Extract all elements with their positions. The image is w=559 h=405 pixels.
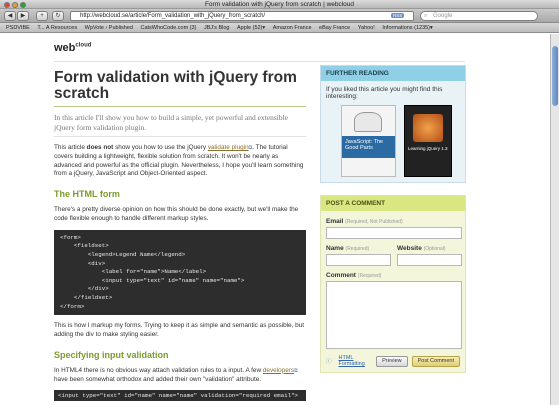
label-text: Website xyxy=(397,245,422,252)
website-label: Website (Optional) xyxy=(397,245,462,252)
web-page: webcloud Form validation with jQuery fro… xyxy=(0,34,550,405)
label-hint: (Optional) xyxy=(423,246,446,252)
email-field[interactable] xyxy=(326,227,462,239)
bookmarks-bar: PSDVIBE T... A Resources WpVote › Publis… xyxy=(0,23,559,33)
heading-input-validation: Specifying input validation xyxy=(54,349,169,360)
book-cover-art xyxy=(413,114,443,142)
title-divider xyxy=(54,106,306,107)
comment-textarea[interactable] xyxy=(326,281,462,349)
bookmark-item[interactable]: eBay France xyxy=(319,23,350,32)
logo-text: web xyxy=(54,42,76,54)
sidebar: FURTHER READING If you liked this articl… xyxy=(320,65,466,373)
search-placeholder: Google xyxy=(433,13,453,19)
address-bar[interactable]: http://webcloud.se/article/Form_validati… xyxy=(70,11,414,21)
logo-sup: cloud xyxy=(75,42,92,49)
zoom-window-button[interactable] xyxy=(20,1,26,8)
book-list: JavaScript: The Good Parts Learning jQue… xyxy=(326,105,460,177)
bookmark-item[interactable]: Apple (52)▾ xyxy=(237,23,265,32)
lead-divider xyxy=(54,136,306,137)
bookmark-item[interactable]: Yahoo! xyxy=(358,23,375,32)
paragraph-markup-note: This is how I markup my forms. Trying to… xyxy=(54,322,305,338)
bookmark-item[interactable]: WpVote › Published xyxy=(85,23,133,32)
back-button[interactable]: ◀ xyxy=(4,11,16,21)
book-learning-jquery[interactable]: Learning jQuery 1.3 xyxy=(404,105,452,177)
book1-title: JavaScript: The Good Parts xyxy=(342,136,395,158)
bookmark-item[interactable]: CatsWhoCode.com (3) xyxy=(141,23,197,32)
search-icon: ⌕ xyxy=(424,13,428,19)
label-text: Comment xyxy=(326,272,356,279)
label-text: Email xyxy=(326,218,344,225)
label-hint: (Required) xyxy=(357,273,382,279)
further-reading-text: If you liked this article you might find… xyxy=(326,86,443,100)
forward-button[interactable]: ▶ xyxy=(17,11,29,21)
bookmark-item[interactable]: T... A Resources xyxy=(37,23,77,32)
vertical-scrollbar[interactable] xyxy=(550,34,559,405)
browser-toolbar: ◀ ▶ + ↻ http://webcloud.se/article/Form_… xyxy=(0,9,559,23)
comment-label: Comment (Required) xyxy=(326,272,460,279)
code-block-form: <form> <fieldset> <legend>Legend Name</l… xyxy=(54,229,306,316)
email-label: Email (Required, Not Published) xyxy=(326,218,460,225)
emphasis: does not xyxy=(86,144,114,151)
preview-button[interactable]: Preview xyxy=(376,355,408,367)
close-window-button[interactable] xyxy=(4,1,10,8)
bookmark-item[interactable]: Amazon France xyxy=(273,23,312,32)
minimize-window-button[interactable] xyxy=(12,1,18,8)
header-divider xyxy=(54,61,465,62)
add-bookmark-button[interactable]: + xyxy=(36,11,48,21)
name-label: Name (Required) xyxy=(326,245,391,252)
validate-plugin-link[interactable]: validate plugin xyxy=(208,144,249,151)
name-field[interactable] xyxy=(326,254,391,266)
heading-html-form: The HTML form xyxy=(54,189,120,200)
bookmark-item[interactable]: Informations (1235)▾ xyxy=(382,23,432,32)
further-reading-box: FURTHER READING If you liked this articl… xyxy=(320,65,466,183)
info-icon: ⓘ xyxy=(326,359,332,365)
bookmark-item[interactable]: JBJ's Blog xyxy=(204,23,230,32)
bookmark-item[interactable]: PSDVIBE xyxy=(6,23,30,32)
text: This article xyxy=(54,144,87,151)
further-reading-title: FURTHER READING xyxy=(321,66,465,81)
comment-box-title: POST A COMMENT xyxy=(321,196,465,211)
window-title: Form validation with jQuery from scratch… xyxy=(204,1,355,8)
scroll-thumb[interactable] xyxy=(552,46,558,106)
site-logo[interactable]: webcloud xyxy=(54,42,91,54)
paragraph-intro: This article does not show you how to us… xyxy=(54,144,306,179)
developers-link[interactable]: developers xyxy=(263,367,294,374)
comment-box: POST A COMMENT Email (Required, Not Publ… xyxy=(320,195,466,373)
article-lead: In this article I'll show you how to bui… xyxy=(54,113,289,132)
rss-icon[interactable]: RSS xyxy=(391,13,405,18)
search-field[interactable]: ⌕ Google xyxy=(420,11,538,21)
book-javascript-good-parts[interactable]: JavaScript: The Good Parts xyxy=(341,105,396,177)
article-title: Form validation with jQuery from scratch xyxy=(54,69,297,102)
article: Form validation with jQuery from scratch… xyxy=(54,69,306,402)
post-comment-button[interactable]: Post Comment xyxy=(411,355,460,367)
butterfly-image xyxy=(354,112,382,132)
html-formatting-link[interactable]: HTML Formatting xyxy=(336,355,373,367)
external-link-icon: ⧉ xyxy=(294,367,298,374)
label-hint: (Required, Not Published) xyxy=(345,219,403,225)
paragraph-html4: In HTML4 there is no obvious way attach … xyxy=(54,367,306,385)
reload-button[interactable]: ↻ xyxy=(52,11,64,21)
text: In HTML4 there is no obvious way attach … xyxy=(54,366,263,374)
book2-title: Learning jQuery 1.3 xyxy=(408,146,448,151)
label-text: Name xyxy=(326,245,344,252)
text: have been somewhat orthodox and added th… xyxy=(54,375,262,383)
window-titlebar: Form validation with jQuery from scratch… xyxy=(0,0,559,9)
text: show you how to use the jQuery xyxy=(113,144,208,151)
url-text: http://webcloud.se/article/Form_validati… xyxy=(80,13,266,19)
paragraph-markup: There's a pretty diverse opinion on how … xyxy=(54,206,299,222)
website-field[interactable] xyxy=(397,254,462,266)
label-hint: (Required) xyxy=(345,246,370,252)
code-block-input: <input type="text" id="name" name="name"… xyxy=(54,390,306,402)
